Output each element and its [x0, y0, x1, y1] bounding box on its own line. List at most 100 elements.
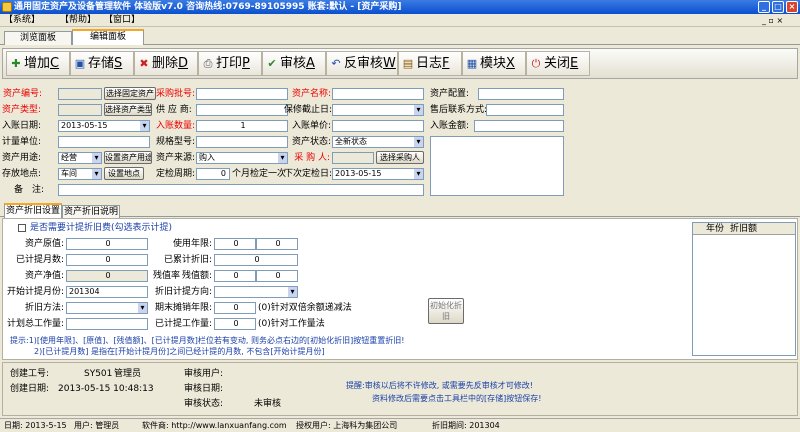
- col-dep-amount[interactable]: 折旧额: [730, 223, 757, 235]
- col-year[interactable]: 年份: [706, 223, 724, 235]
- add-button[interactable]: ✚ 增加C: [6, 51, 70, 76]
- unit-price-input[interactable]: [332, 120, 424, 132]
- amount-input[interactable]: [474, 120, 564, 132]
- check-cycle-input[interactable]: 0: [196, 168, 230, 180]
- delete-key: D: [178, 56, 189, 71]
- next-check-picker[interactable]: 2013-05-15: [332, 168, 424, 180]
- end-amort-input[interactable]: 0: [214, 302, 256, 314]
- tab-dep-settings[interactable]: 资产折旧设置: [4, 203, 62, 218]
- log-key: F: [442, 56, 450, 71]
- asset-name-input[interactable]: [332, 88, 424, 100]
- panel-tabs: 浏览面板 编辑面板: [0, 28, 800, 45]
- asset-no-label: 资产编号:: [2, 89, 42, 99]
- warranty-picker[interactable]: [332, 104, 424, 116]
- accum-dep-input[interactable]: 0: [214, 254, 298, 266]
- orig-input[interactable]: 0: [66, 238, 148, 250]
- accum-months-input[interactable]: 0: [66, 254, 148, 266]
- audit-status-label: 审核状态:: [184, 399, 224, 409]
- unaudit-button[interactable]: ↶ 反审核W: [326, 51, 398, 76]
- save-label: 存储: [88, 56, 115, 71]
- app-icon: [2, 2, 12, 12]
- creator-name-value: 管理员: [114, 369, 142, 379]
- method-select[interactable]: [66, 302, 148, 314]
- log-button[interactable]: ▤ 日志F: [398, 51, 462, 76]
- print-button[interactable]: ⎙ 打印P: [198, 51, 262, 76]
- init-dep-button[interactable]: 初始化折旧: [428, 298, 464, 324]
- save-button[interactable]: ▣ 存储S: [70, 51, 134, 76]
- done-work-input[interactable]: 0: [214, 318, 256, 330]
- set-location-button[interactable]: 设置地点: [104, 167, 144, 180]
- remark-label: 备 注:: [14, 185, 45, 195]
- log-label: 日志: [416, 56, 443, 71]
- tab-dep-notes[interactable]: 资产折旧说明: [62, 205, 120, 218]
- after-sales-label: 售后联系方式:: [430, 105, 488, 115]
- status-select[interactable]: 全新状态: [332, 136, 424, 148]
- status-user: 用户: 管理员: [74, 421, 120, 430]
- dep-checkbox[interactable]: [18, 224, 26, 232]
- method-label: 折旧方法:: [24, 303, 64, 313]
- asset-type-input[interactable]: [58, 104, 102, 116]
- unaudit-key: W: [383, 56, 396, 71]
- power-icon: ⏻: [531, 57, 541, 70]
- tab-browse[interactable]: 浏览面板: [4, 31, 72, 45]
- life-months-input[interactable]: 0: [256, 238, 298, 250]
- delete-button[interactable]: ✖ 删除D: [134, 51, 198, 76]
- total-work-label: 计划总工作量:: [6, 319, 64, 329]
- toolbar: ✚ 增加C ▣ 存储S ✖ 删除D ⎙ 打印P ✔ 审核A ↶ 反审核W ▤ 日志F ▦ 模块X…: [2, 48, 798, 79]
- close-key: E: [570, 56, 579, 71]
- total-work-input[interactable]: [66, 318, 148, 330]
- done-work-note: (0)针对工作量法: [258, 319, 325, 329]
- module-button[interactable]: ▦ 模块X: [462, 51, 526, 76]
- status-vendor: 软件商: http://www.lanxuanfang.com: [142, 421, 287, 430]
- select-type-button[interactable]: 选择资产类型: [104, 103, 152, 116]
- audit-label: 审核: [280, 56, 307, 71]
- supplier-label: 供 应 商:: [156, 105, 192, 115]
- footer-note-1: 提醒:审核以后将不许修改, 或需要先反审核才可修改!: [346, 381, 533, 390]
- direction-select[interactable]: [214, 286, 298, 298]
- delete-icon: ✖: [139, 57, 149, 70]
- hint-line-2: 2)[已计提月数] 是指在[开始计提月份]之间已经计提的月数, 不包含[开始计提…: [34, 347, 325, 356]
- select-buyer-button[interactable]: 选择采购人: [376, 151, 424, 164]
- residual-amount-label: 残值额:: [182, 271, 213, 281]
- mdi-window-controls[interactable]: _ ▫ ×: [762, 14, 783, 27]
- qty-input[interactable]: 1: [196, 120, 288, 132]
- asset-no-input[interactable]: [58, 88, 102, 100]
- close-window-button[interactable]: ×: [786, 1, 798, 13]
- residual-amount-input[interactable]: 0: [256, 270, 298, 282]
- buyer-input[interactable]: [332, 152, 374, 164]
- audit-user-label: 审核用户:: [184, 369, 224, 379]
- supplier-input[interactable]: [196, 104, 288, 116]
- audit-button[interactable]: ✔ 审核A: [262, 51, 326, 76]
- unit-input[interactable]: [58, 136, 150, 148]
- after-sales-input[interactable]: [486, 104, 564, 116]
- log-icon: ▤: [402, 57, 414, 70]
- buyer-label: 采 购 人:: [294, 153, 330, 163]
- po-no-input[interactable]: [196, 88, 288, 100]
- close-module-button[interactable]: ⏻ 关闭E: [526, 51, 590, 76]
- tab-edit[interactable]: 编辑面板: [72, 29, 144, 45]
- accum-dep-label: 已累计折旧:: [163, 255, 212, 265]
- residual-rate-input[interactable]: 0: [214, 270, 256, 282]
- select-asset-button[interactable]: 选择固定资产: [104, 87, 156, 100]
- menu-help[interactable]: 【帮助】: [60, 14, 96, 27]
- entry-date-picker[interactable]: 2013-05-15: [58, 120, 150, 132]
- unit-price-label: 入账单价:: [292, 121, 332, 131]
- life-label: 使用年限:: [172, 239, 212, 249]
- use-select[interactable]: 经营: [58, 152, 102, 164]
- maximize-button[interactable]: □: [772, 1, 784, 13]
- creator-no-label: 创建工号:: [10, 369, 50, 379]
- menu-window[interactable]: 【窗口】: [104, 14, 140, 27]
- remark-input[interactable]: [58, 184, 424, 196]
- minimize-button[interactable]: _: [758, 1, 770, 13]
- photo-area[interactable]: [430, 136, 564, 196]
- config-input[interactable]: [478, 88, 564, 100]
- source-select[interactable]: 购入: [196, 152, 288, 164]
- net-input[interactable]: 0: [66, 270, 148, 282]
- create-date-label: 创建日期:: [10, 384, 50, 394]
- menu-system[interactable]: 【系统】: [4, 14, 40, 27]
- location-select[interactable]: 车间: [58, 168, 102, 180]
- start-month-input[interactable]: 201304: [66, 286, 148, 298]
- life-years-input[interactable]: 0: [214, 238, 256, 250]
- spec-input[interactable]: [196, 136, 288, 148]
- set-use-button[interactable]: 设置资产用途: [104, 151, 152, 164]
